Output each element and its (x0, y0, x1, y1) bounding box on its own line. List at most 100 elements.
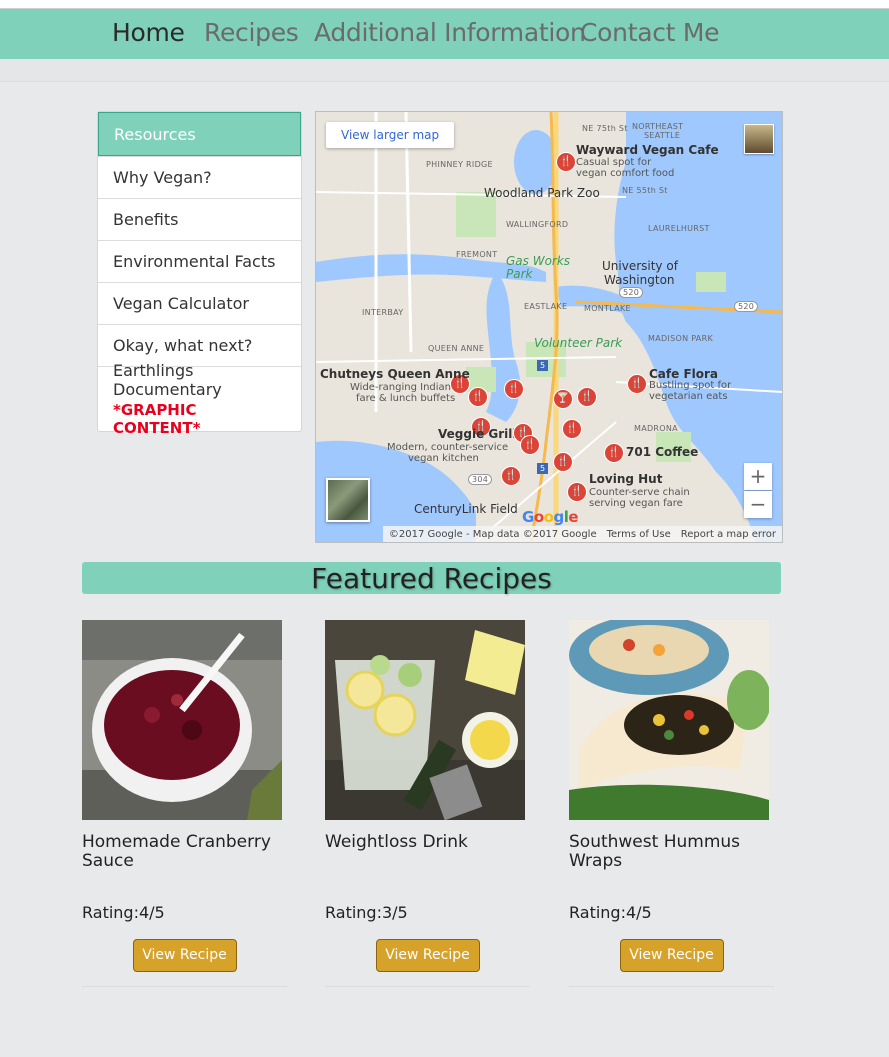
sidebar-item-label: Environmental Facts (113, 252, 276, 271)
place-chutneys-name: Chutneys Queen Anne (320, 367, 470, 381)
view-larger-map-button[interactable]: View larger map (326, 122, 455, 148)
sidebar-item-benefits[interactable]: Benefits (98, 198, 301, 240)
pin-restaurant[interactable]: 🍴 (562, 419, 582, 439)
route-5-a: 5 (537, 360, 549, 371)
map-footer: ©2017 Google - Map data ©2017 Google Ter… (382, 526, 782, 542)
area-label-laurelhurst: LAURELHURST (648, 224, 710, 233)
recipe-image-cranberry[interactable] (82, 620, 282, 820)
map-background (316, 112, 782, 542)
zoom-out-button[interactable]: − (744, 491, 772, 518)
map-terms-link[interactable]: Terms of Use (607, 529, 671, 540)
card-divider (82, 986, 287, 987)
area-label-phinney: PHINNEY RIDGE (426, 160, 493, 169)
route-5-b: 5 (537, 463, 549, 474)
map-report-link[interactable]: Report a map error (681, 529, 776, 540)
sidebar-item-label: Resources (114, 124, 196, 144)
pin-loving-hut[interactable]: 🍴 (567, 482, 587, 502)
nav-contact-me[interactable]: Contact Me (580, 18, 719, 47)
pin-restaurant[interactable]: 🍴 (553, 452, 573, 472)
recipe-image-weightloss-drink[interactable] (325, 620, 525, 821)
sidebar-item-resources[interactable]: Resources (98, 112, 301, 156)
area-label-queenanne: QUEEN ANNE (428, 344, 485, 353)
place-701-coffee-name: 701 Coffee (626, 445, 699, 459)
satellite-toggle[interactable] (326, 478, 370, 522)
sidebar-item-environmental-facts[interactable]: Environmental Facts (98, 240, 301, 282)
recipe-title: Weightloss Drink (325, 832, 468, 852)
sidebar-item-vegan-calculator[interactable]: Vegan Calculator (98, 282, 301, 324)
recipe-rating: Rating:3/5 (325, 903, 408, 922)
recipe-title: Southwest Hummus Wraps (569, 832, 741, 871)
featured-recipes-heading: Featured Recipes (82, 562, 781, 595)
pin-701-coffee[interactable]: 🍴 (604, 443, 624, 463)
pin-wayward[interactable]: 🍴 (556, 152, 576, 172)
pin-restaurant[interactable]: 🍴 (520, 435, 540, 455)
place-cafe-flora-name: Cafe Flora (649, 367, 719, 381)
place-wayward-desc2: vegan comfort food (576, 168, 675, 179)
label-gas-works-2: Park (506, 267, 533, 281)
pin-restaurant[interactable]: 🍴 (504, 379, 524, 399)
place-cafe-flora-desc1: Bustling spot for (649, 380, 732, 391)
recipe-title: Homemade Cranberry Sauce (82, 832, 271, 871)
sidebar-item-earthlings[interactable]: Earthlings Documentary *GRAPHIC CONTENT* (98, 361, 301, 437)
zoom-in-button[interactable]: + (744, 463, 772, 490)
place-loving-hut-desc2: serving vegan fare (589, 498, 683, 509)
pin-cafe-flora[interactable]: 🍴 (627, 374, 647, 394)
recipe-rating: Rating:4/5 (82, 903, 165, 922)
google-logo: Google (522, 508, 579, 526)
label-university-2: Washington (604, 273, 675, 287)
route-304: 304 (468, 474, 493, 485)
place-loving-hut-desc1: Counter-serve chain (589, 487, 690, 498)
embedded-map[interactable]: View larger map NORTHEAST SEATTLE NE 75t… (315, 111, 783, 543)
sidebar-item-label: Benefits (113, 210, 179, 229)
area-label-seattle: SEATTLE (644, 131, 681, 140)
label-woodland-park-zoo: Woodland Park Zoo (484, 186, 600, 200)
label-university-1: University of (602, 259, 678, 273)
place-veggie-grill-desc1: Modern, counter-service (387, 442, 509, 453)
sidebar-item-why-vegan[interactable]: Why Vegan? (98, 156, 301, 198)
place-chutneys-desc1: Wide-ranging Indian (350, 382, 452, 393)
sidebar-item-label: Vegan Calculator (113, 294, 249, 313)
place-wayward-name: Wayward Vegan Cafe (576, 143, 719, 157)
top-navbar: Home Recipes Additional Information Cont… (0, 9, 889, 59)
graphic-content-warning: *GRAPHIC CONTENT* (113, 401, 201, 437)
browser-top-strip (0, 0, 889, 9)
street-ne55: NE 55th St (622, 186, 668, 195)
card-divider (569, 986, 774, 987)
label-gas-works-1: Gas Works (506, 254, 571, 268)
area-label-fremont: FREMONT (456, 250, 498, 259)
view-recipe-button[interactable]: View Recipe (619, 939, 724, 972)
sidebar-menu: Resources Why Vegan? Benefits Environmen… (97, 111, 302, 437)
label-centurylink: CenturyLink Field (414, 502, 518, 516)
view-recipe-button[interactable]: View Recipe (132, 939, 237, 972)
place-cafe-flora-desc2: vegetarian eats (649, 391, 728, 402)
sidebar-item-okay-what-next[interactable]: Okay, what next? (98, 324, 301, 366)
pin-restaurant[interactable]: 🍸 (553, 389, 573, 409)
map-user-avatar[interactable] (744, 124, 774, 154)
recipe-card: Southwest Hummus Wraps Rating:4/5 View R… (569, 615, 774, 987)
place-veggie-grill-desc2: vegan kitchen (408, 453, 479, 464)
place-veggie-grill-name: Veggie Grill (438, 427, 517, 441)
route-520-a: 520 (734, 301, 759, 312)
label-volunteer-park: Volunteer Park (534, 336, 623, 350)
sidebar-item-label: Why Vegan? (113, 168, 212, 187)
nav-home[interactable]: Home (112, 18, 185, 47)
place-loving-hut-name: Loving Hut (589, 472, 663, 486)
sidebar-item-label: Earthlings Documentary (113, 361, 222, 399)
pin-restaurant[interactable]: 🍴 (501, 466, 521, 486)
map-attribution: ©2017 Google - Map data ©2017 Google (388, 528, 597, 540)
nav-recipes[interactable]: Recipes (204, 18, 299, 47)
nav-additional-information[interactable]: Additional Information (314, 18, 586, 47)
sub-navbar-strip (0, 59, 889, 82)
area-label-northeast: NORTHEAST (632, 122, 684, 131)
sidebar-item-label: Okay, what next? (113, 336, 253, 355)
area-label-madison: MADISON PARK (648, 334, 713, 343)
card-divider (325, 986, 530, 987)
pin-restaurant[interactable]: 🍴 (577, 387, 597, 407)
area-label-wallingford: WALLINGFORD (506, 220, 569, 229)
recipe-image-hummus-wraps[interactable] (569, 615, 771, 820)
view-recipe-button[interactable]: View Recipe (375, 939, 480, 972)
recipe-card: Weightloss Drink Rating:3/5 View Recipe (325, 620, 530, 987)
route-520-b: 520 (619, 287, 644, 298)
place-chutneys-desc2: fare & lunch buffets (356, 393, 456, 404)
pin-restaurant[interactable]: 🍴 (468, 387, 488, 407)
